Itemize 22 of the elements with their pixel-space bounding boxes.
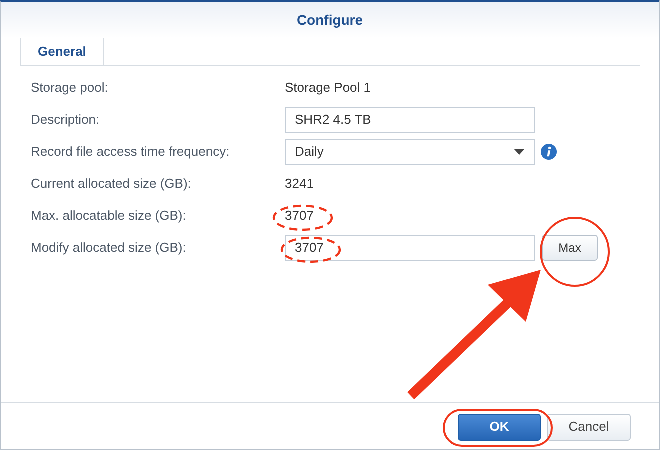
field-label: Modify allocated size (GB): — [30, 239, 188, 258]
field-label: Current allocated size (GB): — [30, 175, 192, 194]
field-value: Storage Pool 1 — [285, 79, 372, 98]
info-icon[interactable] — [541, 144, 557, 160]
field-value: 3241 — [285, 175, 314, 194]
field-label: Record file access time frequency: — [30, 143, 231, 162]
field-label: Max. allocatable size (GB): — [30, 207, 188, 226]
annotation-ellipse — [280, 236, 342, 264]
field-label: Description: — [30, 111, 101, 130]
dialog-button[interactable]: Cancel — [547, 414, 631, 440]
input-field[interactable]: 3707 — [285, 235, 535, 261]
field-label: Storage pool: — [30, 79, 110, 98]
tab[interactable]: General — [20, 38, 104, 65]
input-field[interactable]: SHR2 4.5 TB — [285, 107, 535, 133]
field-value: 3707 — [285, 207, 314, 226]
annotation-ellipse — [272, 204, 334, 232]
max-button[interactable]: Max — [542, 235, 598, 261]
window-title: Configure — [296, 10, 364, 30]
caret-icon — [514, 149, 525, 155]
annotation-circle — [540, 217, 610, 287]
dropdown[interactable]: Daily — [285, 139, 535, 165]
dialog-button[interactable]: OK — [458, 414, 541, 440]
